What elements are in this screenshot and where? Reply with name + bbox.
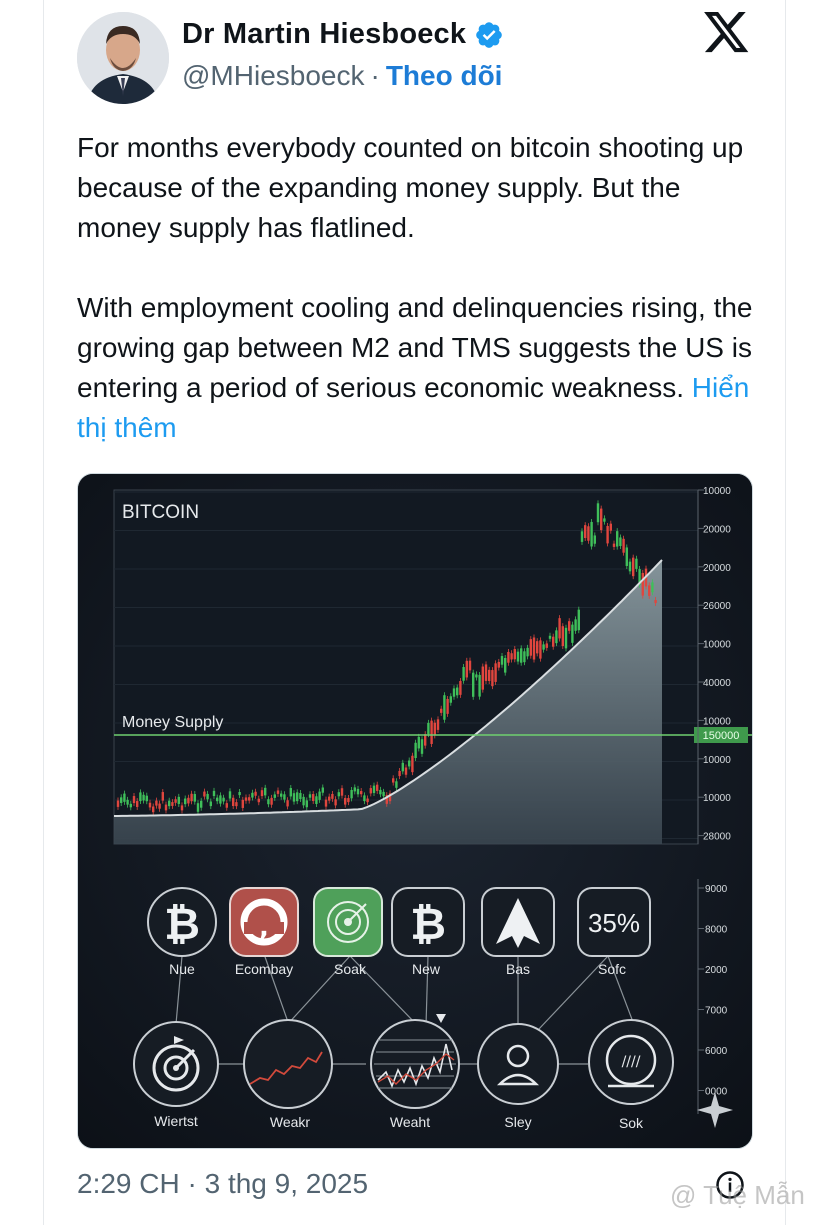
watermark-text: @ Tuệ Mẫn [670,1180,805,1210]
top-icon-glyph-4: ₿ [410,899,446,950]
shield-icon: , [229,887,299,957]
separator-dot: · [370,60,380,91]
top-icon-glyph-6: 35% [588,908,640,938]
gauge-icon: //// [588,1019,674,1105]
lower-axis-tick-label: 7000 [705,1006,728,1017]
bottom-icon-label-1: Wiertst [154,1113,198,1129]
svg-text:////: //// [622,1054,641,1070]
axis-tick-label: 40000 [703,678,731,689]
post-body: For months everybody counted on bitcoin … [77,128,757,488]
lower-axis-tick-label: 9000 [705,884,728,895]
bottom-icon-label-3: Weaht [390,1114,430,1130]
axis-tick-label: 10000 [703,755,731,766]
candlestick-icon [370,1019,460,1109]
axis-tick-label: 20000 [703,563,731,574]
bottom-icon-label-2: Weakr [270,1114,311,1130]
infographic-image: 150000 BITCOIN Money Supply 10000 20000 20… [78,474,752,1148]
left-border [43,0,44,1225]
axis-tick-label: 10000 [703,486,731,497]
svg-text:,: , [259,913,269,943]
verified-badge-icon [476,21,503,48]
lower-axis-tick-label: 0000 [705,1087,728,1098]
author-handle[interactable]: @MHiesboeck [182,60,364,92]
price-highlight-label: 150000 [703,730,740,742]
author-name-text[interactable]: Dr Martin Hiesboeck [182,18,466,51]
x-logo-icon[interactable] [704,12,750,54]
watermark: @ Tuệ Mẫn [670,1180,805,1211]
top-icon-glyph-1: ₿ [164,899,200,950]
right-border [785,0,786,1225]
post-timestamp[interactable]: 2:29 CH · 3 thg 9, 2025 [77,1168,368,1200]
axis-tick-label: 28000 [703,832,731,843]
arrow-up-icon [481,887,555,957]
top-icon-label-1: Nue [169,961,195,977]
bottom-icon-label-4: Sley [504,1114,531,1130]
user-icon [477,1023,559,1105]
target-icon [313,887,383,957]
axis-tick-label: 10000 [703,793,731,804]
lower-axis-tick-label: 2000 [705,965,728,976]
top-icon-label-4: New [412,961,441,977]
lower-axis-tick-label: 8000 [705,925,728,936]
bottom-icon-label-5: Sok [619,1115,644,1131]
top-icon-label-3: Soak [334,961,367,977]
percent-icon: 35% [577,887,651,957]
top-icon-label-2: Ecombay [235,961,293,977]
bitcoin-icon: ₿ [391,887,465,957]
post-paragraph-1: For months everybody counted on bitcoin … [77,132,744,243]
lower-axis-tick-label: 6000 [705,1046,728,1057]
target-arrow-icon [133,1021,219,1107]
author-name[interactable]: Dr Martin Hiesboeck [182,18,504,51]
axis-tick-label: 26000 [703,601,731,612]
post-media[interactable]: 150000 BITCOIN Money Supply 10000 20000 20… [77,473,753,1149]
chart-title: BITCOIN [122,502,199,523]
axis-tick-label: 20000 [703,524,731,535]
line-chart-icon [243,1019,333,1109]
top-icon-label-5: Bas [506,961,530,977]
axis-tick-label: 10000 [703,716,731,727]
handle-row: @MHiesboeck · Theo dõi [182,60,502,92]
axis-tick-label: 10000 [703,640,731,651]
post-paragraph-2: With employment cooling and delinquencie… [77,288,757,448]
money-supply-label: Money Supply [122,714,223,731]
post-paragraph-2-text: With employment cooling and delinquencie… [77,292,753,403]
bitcoin-icon: ₿ [147,887,217,957]
follow-button[interactable]: Theo dõi [386,60,503,92]
avatar[interactable] [77,12,169,104]
top-icon-label-6: Sofc [598,961,626,977]
